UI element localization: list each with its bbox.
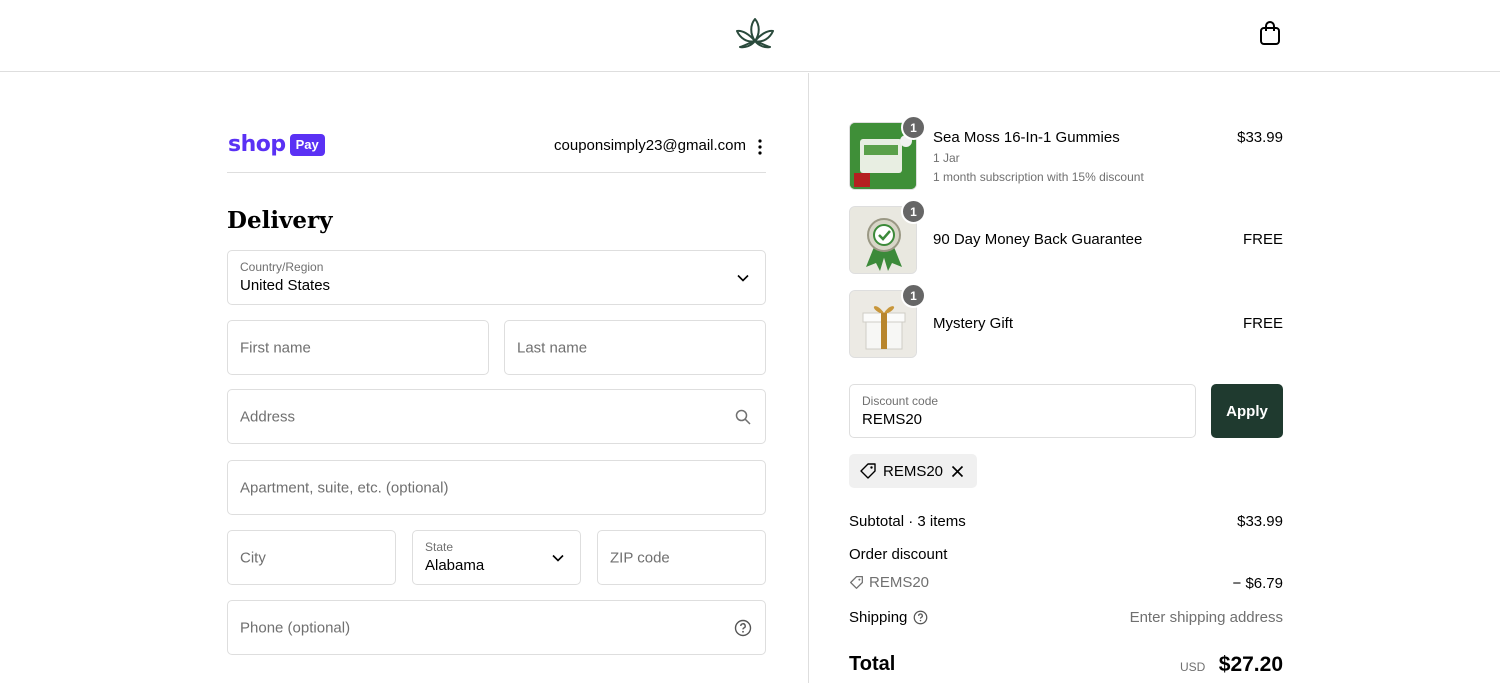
total-label: Total (849, 653, 896, 675)
quantity-badge: 1 (901, 199, 926, 224)
item-price: $33.99 (1237, 129, 1283, 146)
remove-discount-icon[interactable] (951, 465, 964, 478)
item-name: 90 Day Money Back Guarantee (933, 231, 1143, 248)
item-variant: 1 Jar (933, 151, 960, 165)
total-value: $27.20 (1218, 653, 1283, 676)
address-placeholder: Address (240, 408, 296, 425)
apartment-placeholder: Apartment, suite, etc. (optional) (240, 479, 449, 496)
item-name: Sea Moss 16-In-1 Gummies (933, 129, 1120, 146)
leaf-logo-icon[interactable] (735, 16, 775, 50)
first-name-placeholder: First name (240, 339, 311, 356)
apply-button[interactable]: Apply (1211, 384, 1283, 438)
last-name-input[interactable]: Last name (504, 320, 766, 375)
chevron-down-icon (552, 554, 564, 562)
tag-icon (860, 463, 876, 479)
city-input[interactable]: City (227, 530, 396, 585)
city-placeholder: City (240, 549, 266, 566)
item-name: Mystery Gift (933, 315, 1014, 332)
applied-discount-chip: REMS20 (849, 454, 977, 488)
discount-code-label: Discount code (862, 394, 939, 408)
state-value: Alabama (425, 557, 485, 574)
apartment-input[interactable]: Apartment, suite, etc. (optional) (227, 460, 766, 515)
chevron-down-icon (737, 274, 749, 282)
shopping-bag-icon[interactable] (1256, 19, 1284, 47)
discount-value: − $6.79 (1232, 575, 1283, 592)
country-label: Country/Region (240, 260, 324, 274)
help-icon[interactable] (734, 619, 752, 637)
country-value: United States (240, 277, 331, 294)
zip-placeholder: ZIP code (610, 549, 670, 566)
phone-input[interactable]: Phone (optional) (227, 600, 766, 655)
item-price: FREE (1242, 315, 1283, 332)
cart-item: 1 Sea Moss 16-In-1 Gummies 1 Jar 1 month… (849, 115, 1283, 190)
search-icon (735, 409, 751, 425)
discount-code-value: REMS20 (862, 411, 923, 428)
item-price: FREE (1242, 231, 1283, 248)
item-plan: 1 month subscription with 15% discount (933, 170, 1144, 184)
discount-row: REMS20 (849, 574, 929, 591)
order-discount-label: Order discount (849, 546, 948, 563)
shipping-label: Shipping (849, 609, 908, 626)
last-name-placeholder: Last name (517, 339, 588, 356)
subtotal-label: Subtotal · 3 items (849, 513, 966, 530)
applied-discount-code: REMS20 (883, 462, 944, 480)
discount-row-code: REMS20 (869, 574, 930, 591)
cart-item: 1 90 Day Money Back Guarantee FREE (849, 199, 1283, 274)
delivery-title: Delivery (227, 207, 333, 234)
help-icon[interactable] (913, 610, 928, 625)
total-currency: USD (1180, 660, 1206, 674)
discount-code-input[interactable]: Discount code REMS20 (849, 384, 1196, 438)
quantity-badge: 1 (901, 115, 926, 140)
quantity-badge: 1 (901, 283, 926, 308)
cart-item: 1 Mystery Gift FREE (849, 283, 1283, 358)
header (0, 0, 1500, 72)
subtotal-value: $33.99 (1237, 513, 1283, 530)
phone-placeholder: Phone (optional) (240, 619, 351, 636)
tag-icon (850, 576, 863, 589)
state-label: State (425, 540, 454, 554)
shop-pay-logo: shop Pay (228, 131, 325, 159)
zip-input[interactable]: ZIP code (597, 530, 766, 585)
shipping-value: Enter shipping address (1129, 609, 1283, 626)
account-email: couponsimply23@gmail.com (554, 137, 746, 154)
more-options-icon[interactable] (754, 138, 766, 156)
divider (227, 172, 766, 173)
country-select[interactable]: Country/Region United States (227, 250, 766, 305)
shipping-row: Shipping (849, 609, 928, 626)
address-input[interactable]: Address (227, 389, 766, 444)
first-name-input[interactable]: First name (227, 320, 489, 375)
state-select[interactable]: State Alabama (412, 530, 581, 585)
shop-pay-word: shop (228, 132, 286, 157)
shop-pay-badge: Pay (289, 134, 325, 156)
